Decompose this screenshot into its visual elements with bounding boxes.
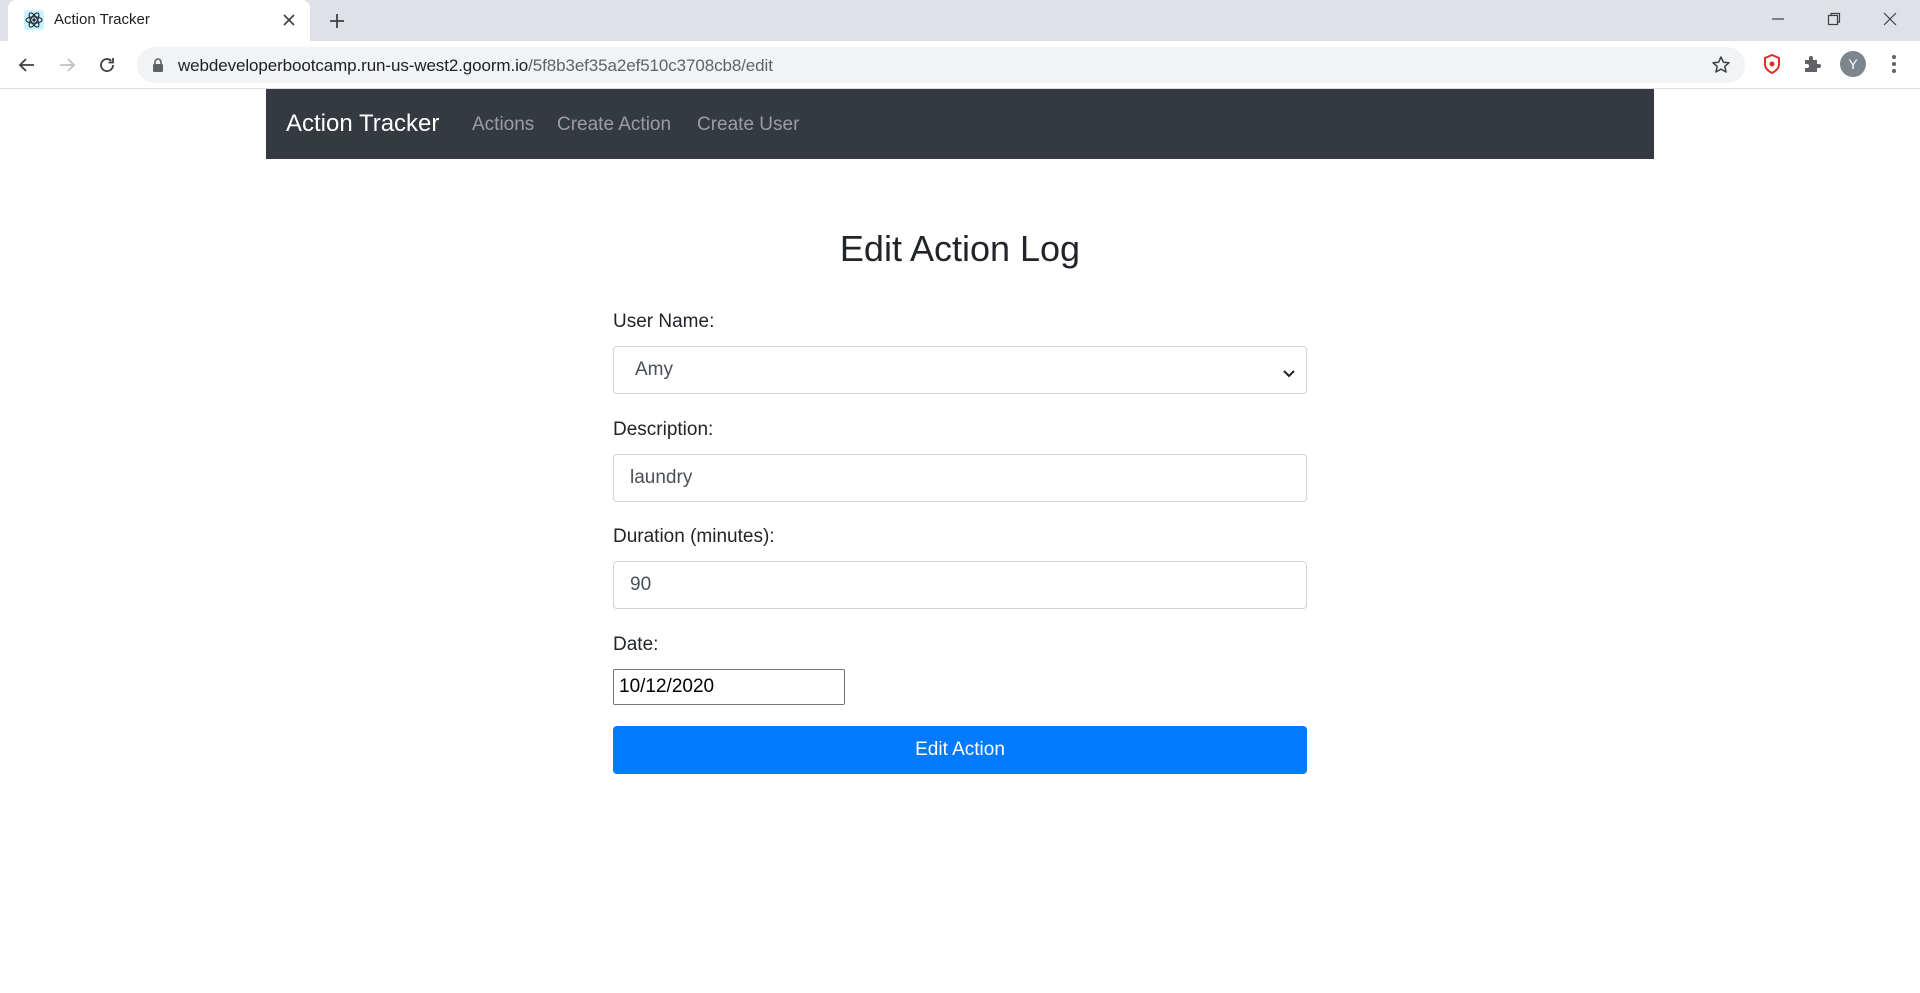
minimize-icon[interactable] (1750, 0, 1806, 37)
username-select[interactable]: Amy (613, 346, 1307, 394)
date-value: 10/12/2020 (619, 676, 715, 697)
nav-link-actions[interactable]: Actions (472, 114, 534, 136)
page-title: Edit Action Log (839, 228, 1081, 269)
browser-toolbar: webdeveloperbootcamp.run-us-west2.goorm.… (0, 41, 1920, 89)
tab-title: Action Tracker (54, 11, 150, 28)
duration-input[interactable]: 90 (613, 561, 1307, 609)
close-tab-icon[interactable] (280, 11, 298, 29)
reload-icon[interactable] (93, 51, 121, 79)
lock-icon[interactable] (151, 57, 165, 73)
back-icon[interactable] (13, 51, 41, 79)
browser-tab-bar: Action Tracker (0, 0, 1920, 41)
app-navbar: Action Tracker Actions Create Action Cre… (266, 89, 1654, 159)
duration-value: 90 (630, 574, 652, 595)
close-window-icon[interactable] (1862, 0, 1918, 37)
url-text: webdeveloperbootcamp.run-us-west2.goorm.… (178, 56, 773, 76)
description-input[interactable]: laundry (613, 454, 1307, 502)
profile-avatar[interactable]: Y (1840, 51, 1866, 77)
browser-tab[interactable]: Action Tracker (8, 0, 310, 41)
edit-action-button[interactable]: Edit Action (613, 726, 1307, 774)
url-host: webdeveloperbootcamp.run-us-west2.goorm.… (178, 56, 529, 75)
new-tab-icon[interactable] (325, 9, 349, 33)
date-input[interactable]: 10/12/2020 (613, 669, 845, 705)
bookmark-star-icon[interactable] (1711, 55, 1731, 75)
address-bar[interactable]: webdeveloperbootcamp.run-us-west2.goorm.… (137, 47, 1745, 83)
username-selected-value: Amy (635, 359, 673, 380)
description-label: Description: (613, 419, 714, 440)
navbar-brand[interactable]: Action Tracker (286, 110, 439, 138)
react-favicon-icon (24, 10, 44, 30)
username-label: User Name: (613, 311, 715, 332)
chevron-down-icon (1282, 364, 1296, 378)
nav-link-create-action[interactable]: Create Action (557, 114, 671, 136)
restore-icon[interactable] (1806, 0, 1862, 37)
duration-label: Duration (minutes): (613, 526, 775, 547)
nav-link-create-user[interactable]: Create User (697, 114, 799, 136)
date-label: Date: (613, 634, 659, 655)
forward-icon[interactable] (53, 51, 81, 79)
extension-shield-icon[interactable] (1760, 52, 1784, 76)
description-value: laundry (630, 467, 693, 488)
extensions-puzzle-icon[interactable] (1800, 52, 1824, 76)
url-path: /5f8b3ef35a2ef510c3708cb8/edit (528, 56, 773, 75)
more-menu-icon[interactable] (1882, 52, 1906, 76)
